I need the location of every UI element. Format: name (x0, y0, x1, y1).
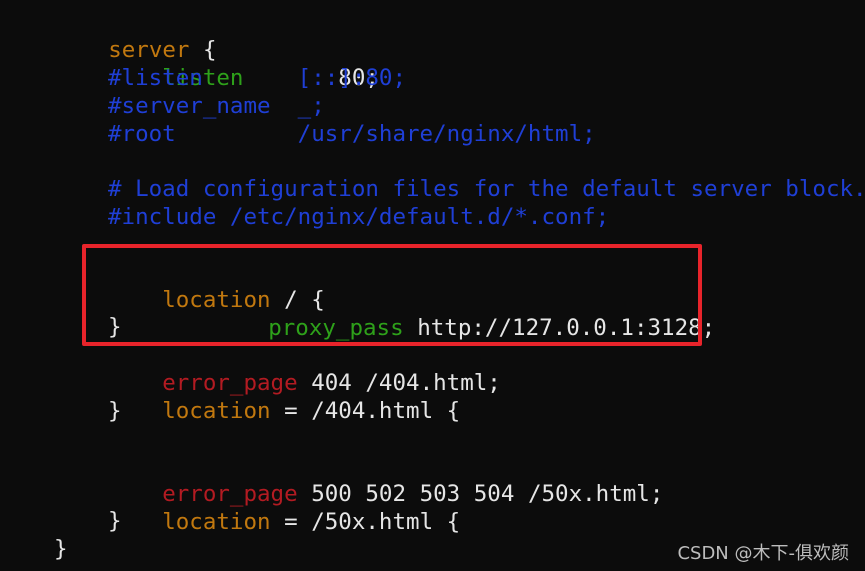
code-line-location-404: location = /404.html { (108, 369, 460, 424)
code-line-comment-server-name: #server_name _; (108, 93, 325, 119)
code-line-location-404-close: } (108, 398, 122, 424)
watermark: CSDN @木下-俱欢颜 (677, 543, 849, 564)
code-line-comment-load-config: # Load configuration files for the defau… (108, 176, 865, 202)
code-line-location-50x: location = /50x.html { (108, 480, 460, 535)
keyword-location: location (162, 398, 271, 424)
code-line-comment-listen: #listen [::]:80; (108, 65, 407, 91)
code-line-comment-include: #include /etc/nginx/default.d/*.conf; (108, 204, 610, 230)
code-line-server-close: } (54, 536, 68, 562)
code-line-comment-root: #root /usr/share/nginx/html; (108, 121, 596, 147)
code-line-location-50x-close: } (108, 508, 122, 534)
code-line-server-open: server { (54, 8, 216, 63)
keyword-location: location (162, 509, 271, 535)
highlight-annotation-box (82, 244, 702, 346)
terminal-window: server { listen 80; #listen [::]:80; #se… (0, 0, 865, 571)
code-line-error-page-50x: error_page 500 502 503 504 /50x.html; (108, 452, 663, 507)
location-50x-path: = /50x.html { (270, 509, 461, 535)
location-404-path: = /404.html { (270, 398, 461, 424)
code-line-listen: listen 80; (108, 36, 379, 91)
